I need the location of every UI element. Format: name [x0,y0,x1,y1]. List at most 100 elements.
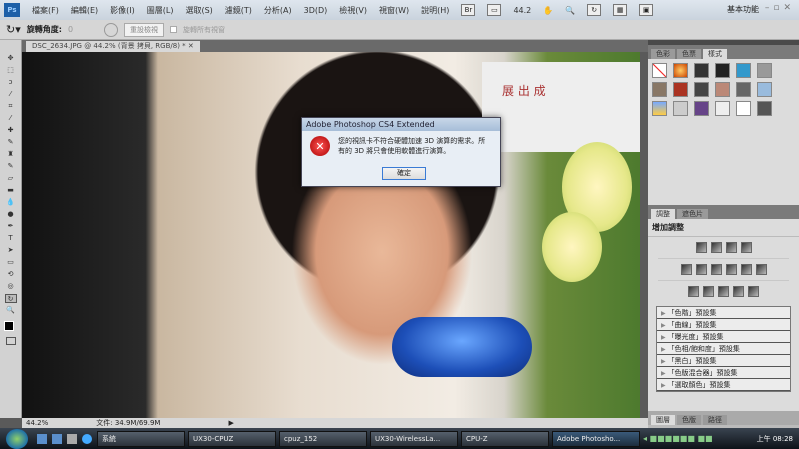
brightness-contrast-icon[interactable] [695,242,707,253]
path-select-icon[interactable]: ➤ [5,246,17,255]
rotate-all-checkbox[interactable] [169,26,177,33]
menu-image[interactable]: 影像(I) [104,5,141,16]
menu-filter[interactable]: 濾鏡(T) [219,5,258,16]
menu-select[interactable]: 選取(S) [179,5,218,16]
clone-stamp-icon[interactable]: ♜ [5,150,17,159]
window-controls[interactable]: –▫✕ [765,3,795,13]
angle-dial-icon[interactable] [103,22,118,37]
blur-tool-icon[interactable]: 💧 [5,198,17,207]
clock[interactable]: 上午 08:28 [757,434,799,444]
3d-orbit-icon[interactable]: ◎ [5,282,17,291]
tab-layers[interactable]: 圖層 [651,415,675,425]
curves-icon[interactable] [725,242,737,253]
task-ux30-wireless[interactable]: UX30-WirelessLa... [370,430,458,447]
crop-tool-icon[interactable]: ⌗ [5,102,17,111]
tab-paths[interactable]: 路徑 [703,415,727,425]
preset-curves[interactable]: 「曲線」預設集 [657,319,790,331]
tab-swatches[interactable]: 色票 [677,49,701,59]
task-system[interactable]: 系統 [97,430,185,447]
document-canvas[interactable]: 展 出 成 [22,52,640,418]
menu-edit[interactable]: 編輯(E) [65,5,104,16]
invert-icon[interactable] [688,286,699,297]
style-swatch[interactable] [715,101,730,116]
menu-analysis[interactable]: 分析(A) [258,5,298,16]
show-desktop-icon[interactable] [37,433,47,444]
menu-view[interactable]: 檢視(V) [333,5,373,16]
channel-mixer-icon[interactable] [755,264,767,275]
style-swatch[interactable] [715,82,730,97]
zoom-level[interactable]: 44.2% [26,419,48,427]
quicklaunch-icon[interactable] [67,433,77,444]
screen-mode-icon[interactable]: ▭ [487,4,502,16]
threshold-icon[interactable] [718,286,729,297]
tray-icons[interactable]: ◂ ■■■■■■ ■■ [643,434,713,443]
style-swatch[interactable] [694,82,709,97]
menu-help[interactable]: 說明(H) [415,5,455,16]
task-cpu-z[interactable]: CPU-Z [461,430,549,447]
zoom-tool-icon[interactable]: 🔍 [559,6,581,15]
rotate-angle-input[interactable]: 0 [68,25,98,34]
marquee-tool-icon[interactable]: ⬚ [5,66,17,75]
pen-tool-icon[interactable]: ✒ [5,222,17,231]
levels-icon[interactable] [710,242,722,253]
rotate-tool-icon[interactable]: ↻▾ [6,23,21,36]
switch-windows-icon[interactable] [52,433,62,444]
style-swatch[interactable] [736,101,751,116]
style-swatch[interactable] [757,101,772,116]
posterize-icon[interactable] [703,286,714,297]
style-swatch[interactable] [757,63,772,78]
style-swatch[interactable] [757,82,772,97]
preset-selective-color[interactable]: 「選取顏色」預設集 [657,379,790,391]
color-balance-icon[interactable] [710,264,722,275]
shape-tool-icon[interactable]: ▭ [5,258,17,267]
preset-channel-mixer[interactable]: 「色版混合器」預設集 [657,367,790,379]
style-swatch[interactable] [736,82,751,97]
style-swatch[interactable] [652,63,667,78]
hand-tool-icon[interactable]: ✋ [537,6,559,15]
menu-layer[interactable]: 圖層(L) [141,5,180,16]
style-swatch[interactable] [715,63,730,78]
brush-tool-icon[interactable]: ✎ [5,138,17,147]
preset-levels[interactable]: 「色階」預設集 [657,307,790,319]
internet-explorer-icon[interactable] [82,433,92,444]
style-swatch[interactable] [652,82,667,97]
dodge-tool-icon[interactable]: ● [5,210,17,219]
status-menu-arrow-icon[interactable]: ▶ [228,419,233,427]
workspace-select[interactable]: 基本功能 [727,4,759,15]
photo-filter-icon[interactable] [740,264,752,275]
eraser-icon[interactable]: ▱ [5,174,17,183]
menu-3d[interactable]: 3D(D) [298,6,334,15]
style-swatch[interactable] [736,63,751,78]
gradient-icon[interactable]: ▬ [5,186,17,195]
magic-wand-icon[interactable]: ⁄ [5,90,17,99]
menu-window[interactable]: 視窗(W) [373,5,415,16]
selective-color-icon[interactable] [748,286,759,297]
hue-saturation-icon[interactable] [695,264,707,275]
preset-black-white[interactable]: 「黑白」預設集 [657,355,790,367]
foreground-color[interactable] [4,321,14,331]
3d-rotate-icon[interactable]: ⟲ [5,270,17,279]
tab-color[interactable]: 色彩 [651,49,675,59]
history-brush-icon[interactable]: ✎ [5,162,17,171]
reset-view-button[interactable]: 重設檢視 [123,22,164,37]
style-swatch[interactable] [673,82,688,97]
quick-mask-icon[interactable] [5,337,16,345]
rotate-view-icon[interactable]: ↻ [587,4,602,16]
close-icon[interactable]: ✕ [188,42,194,50]
task-cpuz-152[interactable]: cpuz_152 [279,430,367,447]
vibrance-icon[interactable] [680,264,692,275]
healing-brush-icon[interactable]: ✚ [5,126,17,135]
preset-exposure[interactable]: 「曝光度」預設集 [657,331,790,343]
preset-hue-saturation[interactable]: 「色相/飽和度」預設集 [657,343,790,355]
zoom-tool-icon[interactable]: 🔍 [5,306,17,315]
rotate-view-tool-icon[interactable]: ↻ [4,294,17,303]
arrange-icon[interactable]: ▦ [613,4,628,16]
zoom-select[interactable]: 44.2 [507,6,537,15]
task-photoshop[interactable]: Adobe Photosho... [552,430,640,447]
black-white-icon[interactable] [725,264,737,275]
task-ux30-cpuz[interactable]: UX30-CPUZ [188,430,276,447]
gradient-map-icon[interactable] [733,286,744,297]
tab-adjustments[interactable]: 調整 [651,209,675,219]
screen-icon[interactable]: ▣ [639,4,654,16]
menu-file[interactable]: 檔案(F) [26,5,65,16]
